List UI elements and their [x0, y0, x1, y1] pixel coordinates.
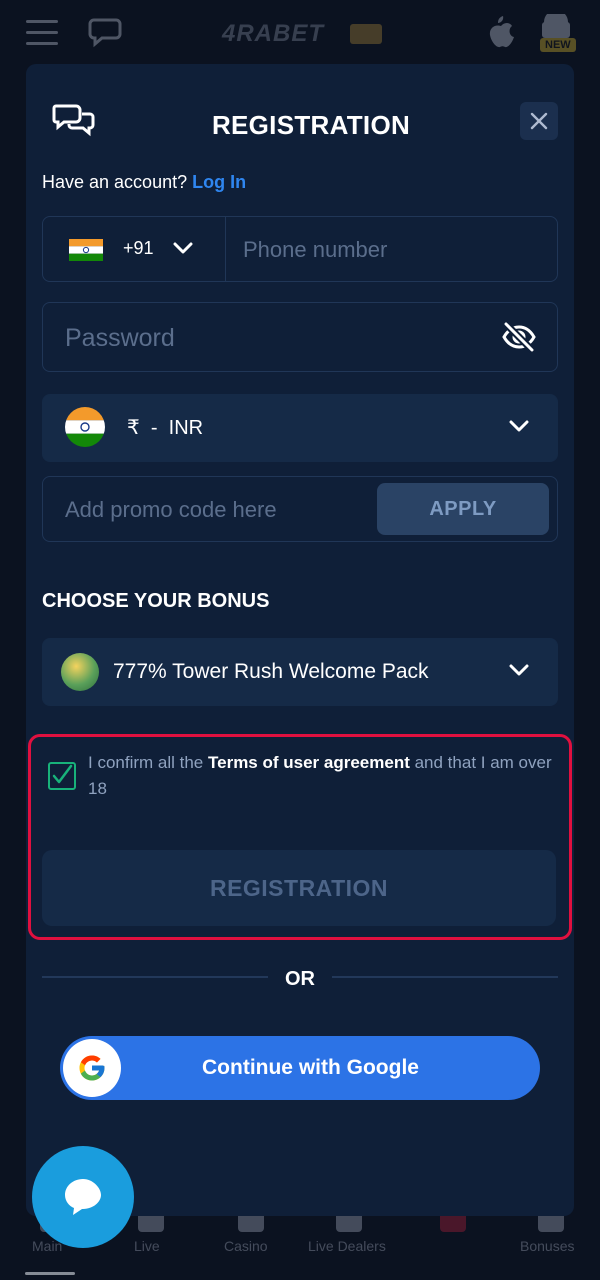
terms-prefix: I confirm all the: [88, 753, 208, 772]
bonus-heading: CHOOSE YOUR BONUS: [42, 590, 270, 612]
apply-button[interactable]: APPLY: [377, 483, 549, 535]
currency-label: ₹ - INR: [127, 415, 203, 440]
promo-field: APPLY: [42, 476, 558, 542]
modal-title: REGISTRATION: [211, 110, 411, 140]
country-code-select[interactable]: +91: [43, 217, 226, 281]
brand-logo[interactable]: 4RABET: [222, 20, 324, 48]
app-header: 4RABET NEW: [0, 0, 600, 66]
google-icon: [63, 1039, 121, 1097]
chevron-down-icon: [173, 241, 193, 260]
apple-icon[interactable]: [484, 14, 518, 59]
currency-symbol: ₹: [127, 417, 140, 439]
currency-select[interactable]: ₹ - INR: [42, 394, 558, 462]
close-icon: [530, 112, 548, 130]
home-indicator: [25, 1272, 75, 1275]
or-label: OR: [285, 968, 315, 990]
check-icon: [52, 764, 73, 784]
password-input[interactable]: [63, 319, 487, 357]
nav-bonuses[interactable]: Bonuses: [520, 1238, 574, 1254]
nav-casino[interactable]: Casino: [224, 1238, 268, 1254]
india-flag-icon: [65, 407, 105, 447]
nav-live[interactable]: Live: [134, 1238, 160, 1254]
currency-separator: -: [150, 417, 158, 439]
bonus-select[interactable]: 777% Tower Rush Welcome Pack: [42, 638, 558, 706]
chevron-down-icon: [509, 663, 529, 682]
close-button[interactable]: [520, 102, 558, 140]
chat-icon[interactable]: [88, 16, 132, 55]
currency-code: INR: [168, 417, 204, 439]
country-code: +91: [123, 238, 154, 258]
have-account-row: Have an account? Log In: [42, 172, 246, 193]
eye-off-icon[interactable]: [501, 321, 537, 358]
phone-input[interactable]: [241, 231, 545, 269]
india-flag-icon: [69, 239, 103, 261]
nav-live-dealers[interactable]: Live Dealers: [308, 1238, 386, 1254]
terms-text: I confirm all the Terms of user agreemen…: [88, 750, 560, 802]
bonus-image-icon: [61, 653, 99, 691]
registration-button[interactable]: REGISTRATION: [42, 850, 556, 926]
password-field: [42, 302, 558, 372]
terms-checkbox[interactable]: [48, 762, 76, 790]
menu-icon[interactable]: [26, 20, 58, 46]
india-flag-icon: [350, 24, 382, 44]
google-button-label: Continue with Google: [202, 1056, 419, 1079]
chevron-down-icon: [509, 419, 529, 438]
support-chat-button[interactable]: [32, 1146, 134, 1248]
phone-field: +91: [42, 216, 558, 282]
have-account-text: Have an account?: [42, 172, 188, 192]
terms-link[interactable]: Terms of user agreement: [208, 753, 410, 772]
promo-input[interactable]: [63, 491, 367, 529]
login-link[interactable]: Log In: [192, 172, 246, 192]
continue-with-google-button[interactable]: Continue with Google: [60, 1036, 540, 1100]
new-badge: NEW: [540, 38, 576, 52]
bonus-selected: 777% Tower Rush Welcome Pack: [113, 660, 429, 683]
registration-modal: REGISTRATION Have an account? Log In +91: [26, 64, 574, 1216]
chat-bubble-icon: [65, 1179, 101, 1215]
